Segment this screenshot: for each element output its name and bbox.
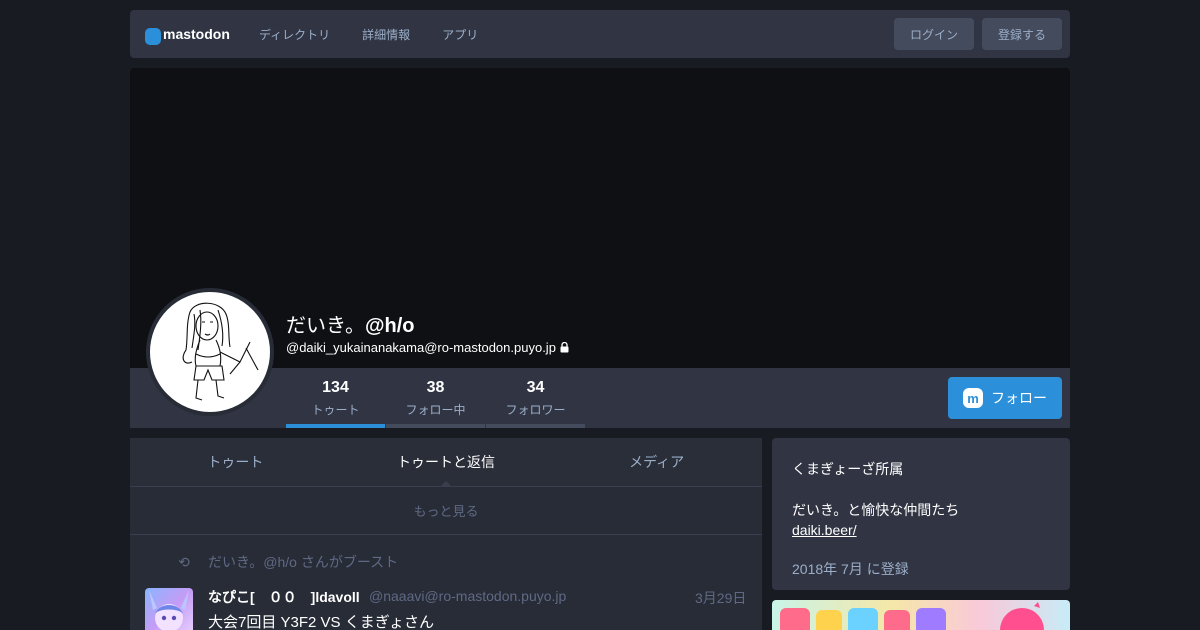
account-handle-text: @daiki_yukainanakama@ro-mastodon.puyo.jp xyxy=(286,340,556,355)
retweet-icon: ⟲ xyxy=(178,553,190,570)
boost-prepend: ⟲ だいき。@h/o さんがブースト xyxy=(176,552,398,572)
tab-toots-and-replies[interactable]: トゥートと返信 xyxy=(341,438,552,487)
counter-following[interactable]: 38 フォロー中 xyxy=(386,368,485,428)
profile-bio-card: くまぎょーざ所属 だいき。と愉快な仲間たち daiki.beer/ 2018年 … xyxy=(772,438,1070,590)
follow-button-label: フォロー xyxy=(991,390,1047,406)
lock-icon xyxy=(560,342,569,353)
timeline-tabs: トゥート トゥートと返信 メディア xyxy=(130,438,762,487)
sidebar-banner-image xyxy=(772,600,1070,630)
counter-followers-label: フォロワー xyxy=(505,402,566,417)
nav-link-about[interactable]: 詳細情報 xyxy=(358,26,414,43)
follow-button[interactable]: m フォロー xyxy=(948,377,1062,419)
mastodon-logo[interactable]: mastodon xyxy=(145,26,235,45)
status-timestamp[interactable]: 3月29日 xyxy=(695,588,746,608)
status-author-name[interactable]: なぴこ[ ００ ]ldavoll xyxy=(208,587,360,607)
register-button[interactable]: 登録する xyxy=(982,18,1062,50)
bio-line-1: くまぎょーざ所属 xyxy=(792,461,904,477)
banner-illustration xyxy=(780,602,1044,630)
load-more-link[interactable]: もっと見る xyxy=(130,487,762,535)
mastodon-logo-icon xyxy=(145,27,161,45)
login-button[interactable]: ログイン xyxy=(894,18,974,50)
logo-text: mastodon xyxy=(163,26,230,42)
display-name-suffix: @h/o xyxy=(365,315,415,337)
avatar-sketch xyxy=(182,302,259,401)
profile-counters: 134 トゥート 38 フォロー中 34 フォロワー xyxy=(286,368,586,428)
counter-toots-number: 134 xyxy=(322,378,349,396)
status-content: 大会7回目 Y3F2 VS くまぎょさん xyxy=(208,614,434,630)
profile-header-image xyxy=(130,68,1070,368)
timeline-column: トゥート トゥートと返信 メディア もっと見る ⟲ だいき。@h/o さんがブー… xyxy=(130,438,762,630)
tab-toots[interactable]: トゥート xyxy=(130,438,341,486)
nav-link-directory[interactable]: ディレクトリ xyxy=(255,26,334,43)
status-author-avatar[interactable] xyxy=(145,588,193,630)
counter-followers[interactable]: 34 フォロワー xyxy=(486,368,585,428)
counter-followers-number: 34 xyxy=(526,378,545,396)
status-author-handle[interactable]: @naaavi@ro-mastodon.puyo.jp xyxy=(369,588,566,604)
boost-text: だいき。@h/o さんがブースト xyxy=(208,554,399,570)
display-name-text: だいき。 xyxy=(286,315,365,337)
avatar-illustration xyxy=(149,590,189,630)
joined-date: 2018年 7月 に登録 xyxy=(792,561,909,577)
profile-display-name: だいき。@h/o xyxy=(286,309,415,338)
counter-toots-label: トゥート xyxy=(311,402,360,417)
bio-link[interactable]: daiki.beer/ xyxy=(792,522,1050,538)
profile-account-handle: @daiki_yukainanakama@ro-mastodon.puyo.jp xyxy=(286,340,569,355)
tab-media[interactable]: メディア xyxy=(551,438,762,486)
top-navigation-bar: mastodon ディレクトリ 詳細情報 アプリ ログイン 登録する xyxy=(130,10,1070,58)
profile-bar xyxy=(130,368,1070,428)
profile-avatar[interactable] xyxy=(146,288,274,416)
nav-link-apps[interactable]: アプリ xyxy=(438,26,482,43)
mastodon-icon: m xyxy=(963,388,983,408)
auth-buttons: ログイン 登録する xyxy=(894,18,1062,50)
counter-toots[interactable]: 134 トゥート xyxy=(286,368,385,428)
counter-following-number: 38 xyxy=(426,378,445,396)
counter-following-label: フォロー中 xyxy=(405,402,466,417)
bio-line-2: だいき。と愉快な仲間たち xyxy=(792,502,960,518)
